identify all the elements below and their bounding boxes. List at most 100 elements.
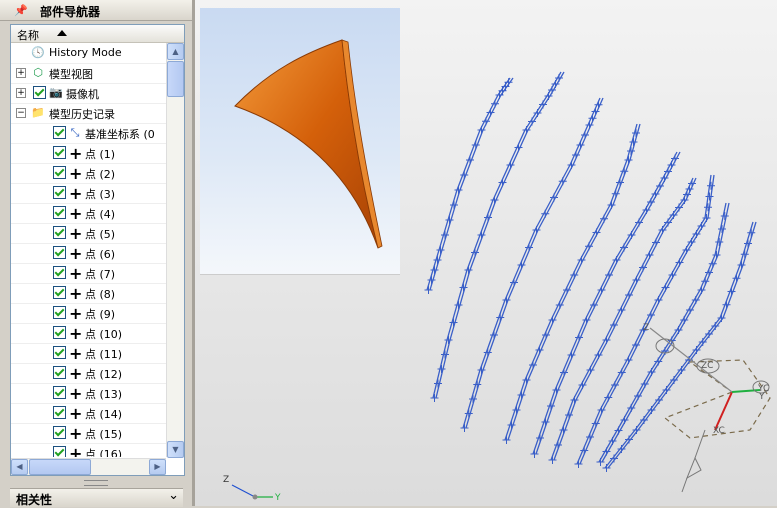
tree-row-label: 模型视图 (49, 68, 93, 81)
tree-row-model-views[interactable]: + ⬡ 模型视图 (11, 63, 166, 84)
triad-z-axis (231, 484, 256, 498)
wcs-y-label: Y (758, 392, 765, 402)
tree-row-point[interactable]: + 点 (3) (11, 183, 166, 204)
visibility-checkbox[interactable] (53, 326, 66, 339)
point-marker (698, 338, 707, 346)
point-icon: + (69, 364, 83, 383)
point-marker (705, 192, 714, 201)
tree-row-datum-csys[interactable]: ⤡ 基准坐标系 (0 (11, 123, 166, 144)
datum-csys-icon: ⤡ (70, 126, 80, 139)
scroll-right-icon[interactable]: ▶ (149, 459, 166, 475)
point-icon: + (69, 244, 83, 263)
scroll-up-icon[interactable]: ▲ (167, 43, 184, 60)
point-icon: + (69, 444, 83, 457)
visibility-checkbox[interactable] (53, 166, 66, 179)
wcs-cone-tip (681, 477, 688, 493)
tree-row-label: 点 (9) (85, 308, 116, 321)
graphics-viewport[interactable]: Z ZC YC XC Y Z Y (195, 0, 777, 506)
expand-icon[interactable]: + (16, 88, 26, 98)
scroll-down-icon[interactable]: ▼ (167, 441, 184, 458)
visibility-checkbox[interactable] (53, 366, 66, 379)
relation-panel-header[interactable]: 相关性 ⌄ (10, 488, 183, 507)
visibility-checkbox[interactable] (53, 426, 66, 439)
triad-origin (252, 494, 258, 500)
navigator-title: 部件导航器 (40, 5, 101, 19)
tree-row-label: History Mode (49, 46, 122, 59)
tree-row-point[interactable]: + 点 (14) (11, 403, 166, 424)
tree-row-label: 点 (4) (85, 208, 116, 221)
point-icon: + (69, 164, 83, 183)
visibility-checkbox[interactable] (53, 246, 66, 259)
tree-row-label: 点 (8) (85, 288, 116, 301)
visibility-checkbox[interactable] (33, 86, 46, 99)
tree-row-history[interactable]: 🕓 History Mode (11, 43, 166, 64)
visibility-checkbox[interactable] (53, 226, 66, 239)
tree-row-label: 点 (5) (85, 228, 116, 241)
wcs-z-axis (649, 327, 733, 393)
horizontal-scroll-thumb[interactable] (29, 459, 91, 475)
point-marker (704, 203, 712, 212)
tree-row-point[interactable]: + 点 (7) (11, 263, 166, 284)
spline-curve-4-b (507, 123, 641, 441)
horizontal-scrollbar[interactable]: ◀ ▶ (11, 458, 166, 475)
point-marker (617, 445, 626, 453)
panel-splitter-handle[interactable] (84, 480, 108, 486)
visibility-checkbox[interactable] (53, 186, 66, 199)
tree-row-point[interactable]: + 点 (6) (11, 243, 166, 264)
visibility-checkbox[interactable] (53, 406, 66, 419)
visibility-checkbox[interactable] (53, 306, 66, 319)
tree-row-point[interactable]: + 点 (4) (11, 203, 166, 224)
tree-row-point[interactable]: + 点 (5) (11, 223, 166, 244)
visibility-checkbox[interactable] (53, 206, 66, 219)
tree-row-point[interactable]: + 点 (9) (11, 303, 166, 324)
triad-z-label: Z (223, 475, 229, 485)
vertical-scrollbar[interactable]: ▲ ▼ (166, 43, 184, 458)
navigator-tree: 🕓 History Mode + ⬡ 模型视图 + 📷 摄像机 − 📁 模型历史记录 ⤡ 基准坐标系 (… (11, 43, 166, 457)
point-icon: + (69, 224, 83, 243)
clock-icon: 🕓 (31, 46, 45, 59)
wcs-zc-label: Z (643, 323, 649, 333)
visibility-checkbox[interactable] (53, 286, 66, 299)
expand-icon[interactable]: + (16, 68, 26, 78)
tree-row-label: 点 (12) (85, 368, 123, 381)
wcs-x-axis (714, 391, 733, 431)
collapse-icon[interactable]: − (16, 108, 26, 118)
column-header-name[interactable]: 名称 (11, 25, 184, 43)
visibility-checkbox[interactable] (53, 126, 66, 139)
tree-row-model-history[interactable]: − 📁 模型历史记录 (11, 103, 166, 124)
point-icon: + (69, 284, 83, 303)
tree-row-point[interactable]: + 点 (2) (11, 163, 166, 184)
point-icon: + (69, 424, 83, 443)
chevron-down-icon[interactable]: ⌄ (168, 488, 179, 503)
tree-row-point[interactable]: + 点 (13) (11, 383, 166, 404)
vertical-scroll-thumb[interactable] (167, 61, 184, 97)
point-marker (707, 181, 715, 190)
triad-y-label: Y (274, 493, 281, 503)
spline-curve-8-a (598, 202, 727, 463)
spline-curve-4-a (504, 123, 638, 441)
visibility-checkbox[interactable] (53, 146, 66, 159)
navigator-tree-box: 名称 🕓 History Mode + ⬡ 模型视图 + 📷 摄像机 − 📁 模型历史记录 ⤡ 基准坐标… (10, 24, 185, 476)
tree-row-point[interactable]: + 点 (1) (11, 143, 166, 164)
visibility-checkbox[interactable] (53, 446, 66, 457)
spline-curve-2-b (435, 71, 565, 399)
point-icon: + (69, 204, 83, 223)
point-marker (720, 212, 729, 220)
tree-row-point[interactable]: + 点 (15) (11, 423, 166, 444)
camera-icon: 📷 (49, 86, 63, 99)
scroll-left-icon[interactable]: ◀ (11, 459, 28, 475)
tree-row-point[interactable]: + 点 (10) (11, 323, 166, 344)
visibility-checkbox[interactable] (53, 266, 66, 279)
point-icon: + (69, 184, 83, 203)
tree-row-point[interactable]: + 点 (16) (11, 443, 166, 457)
tree-row-point[interactable]: + 点 (11) (11, 343, 166, 364)
point-icon: + (69, 384, 83, 403)
tree-row-label: 点 (16) (85, 448, 123, 457)
tree-row-point[interactable]: + 点 (12) (11, 363, 166, 384)
visibility-checkbox[interactable] (53, 386, 66, 399)
visibility-checkbox[interactable] (53, 346, 66, 359)
tree-row-cameras[interactable]: + 📷 摄像机 (11, 83, 166, 104)
tree-row-point[interactable]: + 点 (8) (11, 283, 166, 304)
tree-row-label: 点 (15) (85, 428, 123, 441)
pin-icon[interactable]: 📌 (14, 4, 28, 17)
